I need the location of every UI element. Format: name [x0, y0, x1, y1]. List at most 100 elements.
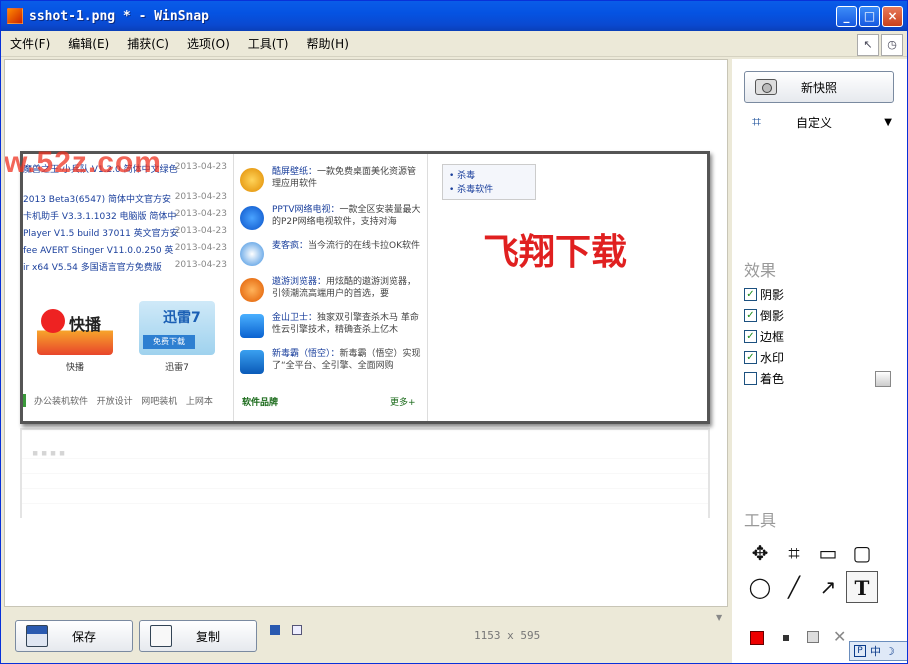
- crop-tool-icon[interactable]: ⌗: [778, 537, 810, 569]
- window-title: sshot-1.png * - WinSnap: [29, 8, 210, 24]
- timer-icon[interactable]: ◷: [881, 34, 903, 56]
- checkbox-checked-icon: ✓: [744, 330, 757, 343]
- copy-label: 复制: [196, 629, 221, 644]
- checkbox-checked-icon: ✓: [744, 309, 757, 322]
- tab-netbook: 上网本: [185, 397, 213, 407]
- ime-moon-icon: ☽: [885, 644, 895, 658]
- effect-reflection-checkbox[interactable]: ✓ 倒影: [744, 307, 784, 324]
- software-icon: [240, 206, 264, 230]
- delete-shape-icon[interactable]: ✕: [833, 627, 846, 646]
- free-download-badge: 免费下载: [143, 335, 195, 349]
- brand-heading: 软件品牌: [242, 398, 279, 408]
- effect-watermark-checkbox[interactable]: ✓ 水印: [744, 349, 784, 366]
- more-link: 更多+: [390, 398, 416, 408]
- crop-icon: ⌗: [752, 112, 762, 131]
- reflection-effect: ▪ ▪ ▪ ▪: [20, 428, 710, 518]
- list-item: Player V1.5 build 37011 英文官方安 2013-04-23: [23, 226, 227, 239]
- menu-file[interactable]: 文件(F): [1, 35, 59, 52]
- list-item: 金山卫士：独家双引擎查杀木马 革命性云引擎技术，精确查杀上亿木: [240, 312, 420, 348]
- checkbox-checked-icon: ✓: [744, 351, 757, 364]
- xunlei-logo: 迅雷7 免费下载: [139, 301, 215, 355]
- kuaibo-logo: 快播: [37, 301, 113, 355]
- checkbox-unchecked-icon: [744, 372, 757, 385]
- bottom-toolbar: 保存 复制 1153 x 595: [4, 609, 728, 663]
- software-list: 酷屏壁纸：一款免费桌面美化资源管理应用软件 PPTV网络电视：一款全区安装量最大…: [233, 154, 423, 421]
- software-icon: [240, 314, 264, 338]
- rectangle-tool-icon[interactable]: ▭: [812, 537, 844, 569]
- list-item: 遨游浏览器：用炫酷的遨游浏览器，引领潮流高端用户的首选，要: [240, 276, 420, 312]
- copy-button[interactable]: 复制: [139, 620, 257, 652]
- list-item: ir x64 V5.54 多国语言官方免费版 2013-04-23: [23, 260, 227, 273]
- preview-canvas[interactable]: 魔兽之王·小兵队 V1.2.0 简体中文绿色 2013-04-23 2013 Be…: [4, 59, 728, 607]
- save-button[interactable]: 保存: [15, 620, 133, 652]
- capture-mode-value: 自定义: [796, 115, 833, 130]
- text-tool-icon[interactable]: T: [846, 571, 878, 603]
- ellipse-tool-icon[interactable]: ◯: [744, 571, 776, 603]
- chevron-down-icon: ▼: [884, 116, 892, 128]
- menu-options[interactable]: 选项(O): [178, 35, 239, 52]
- effect-border-checkbox[interactable]: ✓ 边框: [744, 328, 784, 345]
- image-size-readout: 1153 x 595: [474, 629, 541, 642]
- tab-office: 办公装机软件: [34, 397, 89, 407]
- winsnap-app-icon[interactable]: [7, 8, 23, 24]
- right-panel: 新快照 ⌗ 自定义 ▼ 效果 ✓ 阴影 ✓ 倒影 ✓ 边框 ✓ 水印 着色 工具 ✥ ⌗…: [732, 59, 907, 663]
- floppy-disk-icon: [26, 625, 48, 647]
- ime-logo-icon: P: [854, 645, 866, 657]
- list-item: 卡机助手 V3.3.1.1032 电脑版 简体中 2013-04-23: [23, 209, 227, 222]
- box-link: • 杀毒: [449, 171, 476, 181]
- line-width-icon[interactable]: [783, 635, 789, 641]
- title-bar[interactable]: sshot-1.png * - WinSnap _ □ ×: [1, 1, 907, 31]
- software-icon: [240, 242, 264, 266]
- minimize-button[interactable]: _: [836, 6, 857, 27]
- tab-design: 开放设计: [96, 397, 133, 407]
- list-item: 酷屏壁纸：一款免费桌面美化资源管理应用软件: [240, 166, 420, 202]
- draw-color-swatch[interactable]: [750, 631, 764, 645]
- menu-help[interactable]: 帮助(H): [298, 35, 358, 52]
- new-snapshot-label: 新快照: [801, 80, 838, 95]
- new-snapshot-button[interactable]: 新快照: [744, 71, 894, 103]
- link-box: • 杀毒 • 杀毒软件: [442, 164, 536, 200]
- effect-shadow-checkbox[interactable]: ✓ 阴影: [744, 286, 784, 303]
- logo-caption: 快播: [65, 363, 84, 373]
- tools-heading: 工具: [744, 511, 777, 530]
- scroll-down-icon[interactable]: ▼: [716, 613, 722, 622]
- capture-mode-select[interactable]: ⌗ 自定义 ▼: [752, 112, 892, 131]
- list-item: fee AVERT Stinger V11.0.0.250 英 2013-04-2…: [23, 243, 227, 256]
- effect-colorize-checkbox[interactable]: 着色: [744, 370, 784, 387]
- software-icon: [240, 168, 264, 192]
- rounded-rectangle-tool-icon[interactable]: ▢: [846, 537, 878, 569]
- save-label: 保存: [72, 629, 97, 644]
- colorize-settings-button[interactable]: [875, 371, 891, 387]
- close-button[interactable]: ×: [882, 6, 903, 27]
- draw-style-bar: ✕ P 中 ☽: [741, 625, 907, 663]
- xunlei-logo-text: 迅雷7: [163, 310, 201, 326]
- list-item: 麦客疯：当今流行的在线卡拉OK软件: [240, 240, 420, 276]
- arrow-tool-icon[interactable]: ↗: [812, 571, 844, 603]
- pointer-mode-icon[interactable]: ↖: [857, 34, 879, 56]
- copy-small-icon[interactable]: [292, 625, 302, 635]
- ime-indicator[interactable]: P 中 ☽: [849, 641, 907, 661]
- shadow-style-icon[interactable]: [807, 631, 819, 643]
- move-select-tool-icon[interactable]: ✥: [744, 537, 776, 569]
- copy-icon: [150, 625, 172, 647]
- kuaibo-logo-text: 快播: [69, 315, 102, 334]
- box-link: • 杀毒软件: [449, 185, 494, 195]
- menu-tools[interactable]: 工具(T): [239, 35, 298, 52]
- menu-edit[interactable]: 编辑(E): [59, 35, 118, 52]
- ime-language: 中: [870, 645, 881, 658]
- software-icon: [240, 278, 264, 302]
- kuaibo-play-icon: [41, 309, 65, 333]
- camera-icon: [755, 79, 777, 95]
- save-as-icon[interactable]: [270, 625, 280, 635]
- list-item: 2013 Beta3(6547) 简体中文官方安 2013-04-23: [23, 192, 227, 205]
- captured-image: 魔兽之王·小兵队 V1.2.0 简体中文绿色 2013-04-23 2013 Be…: [20, 151, 710, 424]
- logo-caption: 迅雷7: [165, 363, 189, 373]
- menu-capture[interactable]: 捕获(C): [118, 35, 178, 52]
- right-column: • 杀毒 • 杀毒软件: [427, 154, 707, 421]
- list-item: PPTV网络电视：一款全区安装量最大的P2P网络电视软件，支持对海: [240, 204, 421, 240]
- checkbox-checked-icon: ✓: [744, 288, 757, 301]
- maximize-button[interactable]: □: [859, 6, 880, 27]
- line-tool-icon[interactable]: ╱: [778, 571, 810, 603]
- winsnap-window: sshot-1.png * - WinSnap _ □ × 文件(F) 编辑(E…: [0, 0, 908, 664]
- category-tabs: 办公装机软件 开放设计 网吧装机 上网本: [23, 394, 231, 407]
